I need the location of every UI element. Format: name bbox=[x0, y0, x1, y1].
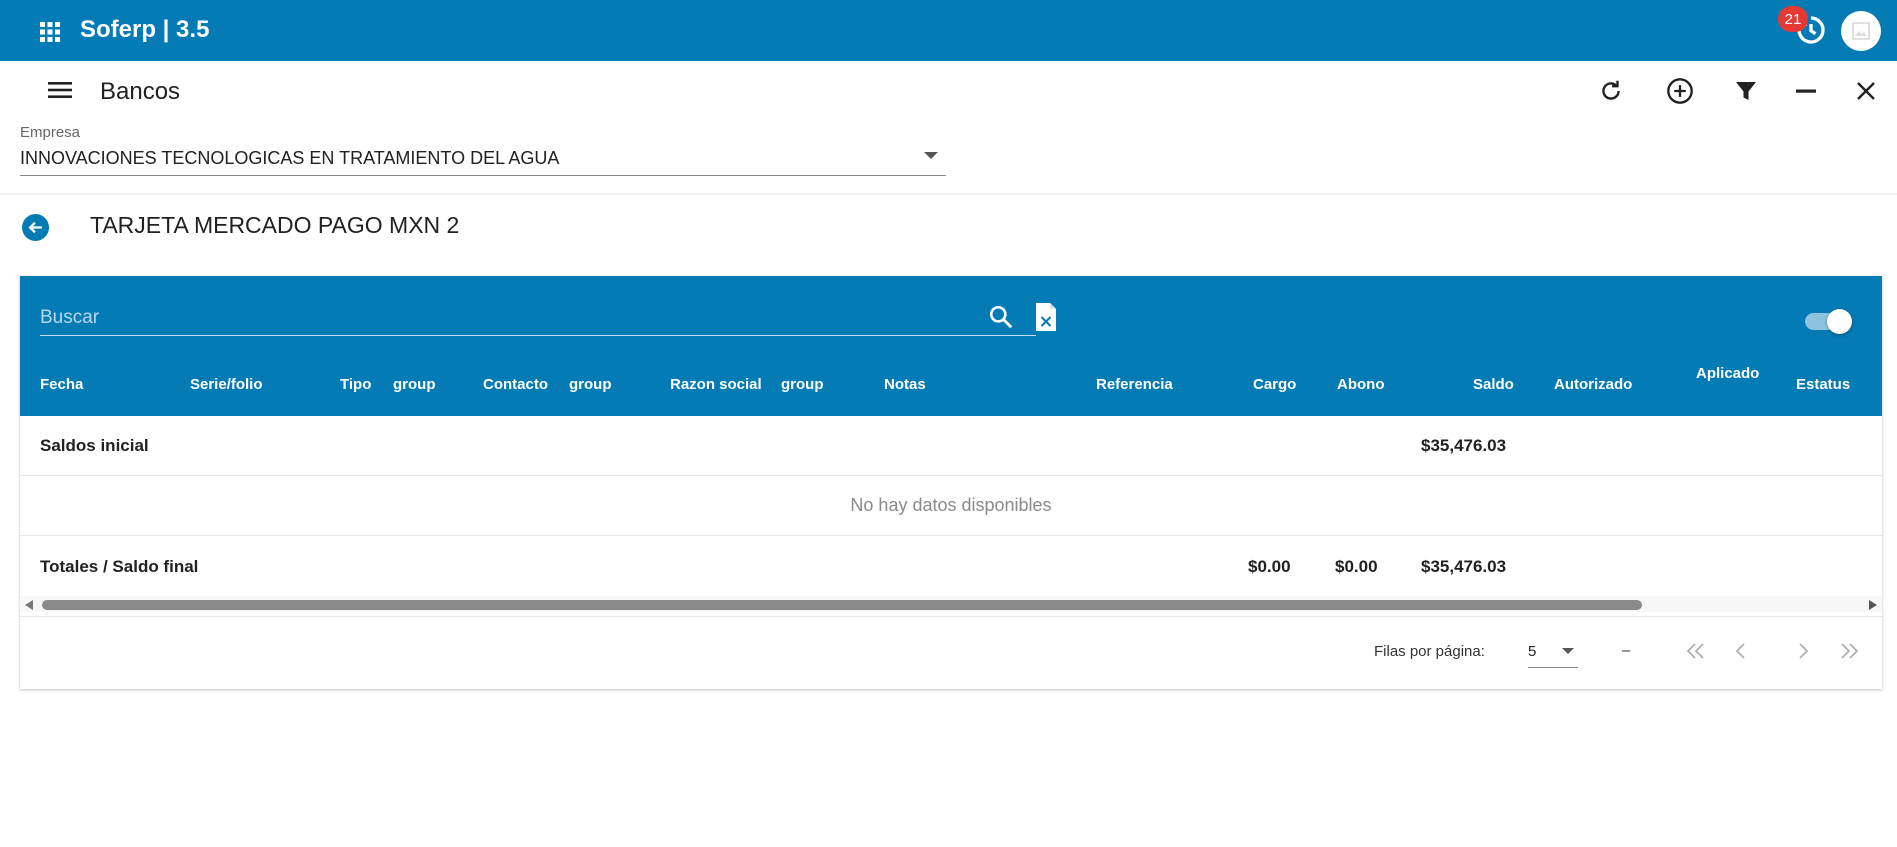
previous-page-button[interactable] bbox=[1728, 638, 1754, 664]
column-header-razon-social[interactable]: Razon social bbox=[670, 376, 762, 393]
toggle-knob bbox=[1827, 309, 1852, 334]
column-header-autorizado[interactable]: Autorizado bbox=[1554, 376, 1632, 393]
user-avatar[interactable] bbox=[1841, 11, 1881, 51]
minimize-icon bbox=[1796, 89, 1816, 93]
account-title: TARJETA MERCADO PAGO MXN 2 bbox=[90, 212, 460, 238]
menu-icon[interactable] bbox=[46, 78, 74, 102]
table-row-empty: No hay datos disponibles bbox=[20, 476, 1882, 536]
movements-table-card: Fecha Serie/folio Tipo group Contacto gr… bbox=[20, 276, 1882, 689]
filter-button[interactable] bbox=[1731, 76, 1761, 106]
notification-badge[interactable]: 21 bbox=[1778, 6, 1808, 32]
add-circle-icon bbox=[1667, 78, 1693, 104]
empresa-select[interactable]: INNOVACIONES TECNOLOGICAS EN TRATAMIENTO… bbox=[20, 144, 946, 176]
column-header-serie-folio[interactable]: Serie/folio bbox=[190, 376, 263, 393]
no-data-message: No hay datos disponibles bbox=[850, 495, 1052, 515]
filter-icon bbox=[1736, 82, 1756, 100]
back-button[interactable] bbox=[22, 214, 49, 241]
refresh-button[interactable] bbox=[1596, 76, 1626, 106]
close-button[interactable] bbox=[1851, 76, 1881, 106]
app-title: Soferp | 3.5 bbox=[80, 16, 210, 43]
column-header-notas[interactable]: Notas bbox=[884, 376, 926, 393]
next-page-button[interactable] bbox=[1790, 638, 1816, 664]
column-header-razon-social-group[interactable]: group bbox=[781, 376, 824, 393]
totals-saldo: $35,476.03 bbox=[1421, 557, 1507, 576]
chevron-down-icon bbox=[924, 152, 938, 159]
first-page-button[interactable] bbox=[1683, 638, 1709, 664]
minimize-button[interactable] bbox=[1791, 76, 1821, 106]
table-row-initial-balance: Saldos inicial $35,476.03 bbox=[20, 416, 1882, 476]
chevron-down-icon bbox=[1562, 648, 1574, 654]
table-row-totals: Totales / Saldo final $0.00 $0.00 $35,47… bbox=[20, 536, 1882, 596]
arrow-left-icon bbox=[28, 221, 42, 234]
image-placeholder-icon bbox=[1852, 22, 1870, 40]
horizontal-scrollbar[interactable] bbox=[20, 596, 1882, 612]
excel-export-icon[interactable] bbox=[1034, 302, 1058, 332]
search-input[interactable] bbox=[40, 300, 1036, 336]
chevron-right-icon bbox=[1799, 643, 1809, 659]
column-header-abono[interactable]: Abono bbox=[1337, 376, 1384, 393]
empresa-value: INNOVACIONES TECNOLOGICAS EN TRATAMIENTO… bbox=[20, 148, 560, 168]
page-range: – bbox=[1622, 642, 1631, 659]
column-header-tipo[interactable]: Tipo bbox=[340, 376, 371, 393]
apps-grid-icon[interactable] bbox=[38, 20, 62, 44]
app-bar: Soferp | 3.5 21 bbox=[0, 0, 1897, 61]
chevron-left-icon bbox=[1735, 643, 1745, 659]
initial-balance-saldo: $35,476.03 bbox=[1421, 436, 1507, 455]
totals-label: Totales / Saldo final bbox=[40, 557, 199, 576]
scroll-right-arrow-icon[interactable] bbox=[1869, 600, 1877, 610]
close-icon bbox=[1857, 82, 1875, 100]
column-header-contacto[interactable]: Contacto bbox=[483, 376, 548, 393]
totals-cargo: $0.00 bbox=[1248, 557, 1291, 576]
search-icon[interactable] bbox=[988, 304, 1014, 330]
empresa-label: Empresa bbox=[20, 124, 81, 141]
scroll-left-arrow-icon[interactable] bbox=[25, 600, 33, 610]
column-header-tipo-group[interactable]: group bbox=[393, 376, 436, 393]
column-header-referencia[interactable]: Referencia bbox=[1096, 376, 1173, 393]
column-header-fecha[interactable]: Fecha bbox=[40, 376, 83, 393]
initial-balance-label: Saldos inicial bbox=[40, 436, 149, 455]
page-title: Bancos bbox=[100, 78, 181, 105]
column-header-estatus[interactable]: Estatus bbox=[1796, 376, 1850, 393]
add-button[interactable] bbox=[1665, 76, 1695, 106]
rows-per-page-label: Filas por página: bbox=[1374, 643, 1485, 660]
table-header: Fecha Serie/folio Tipo group Contacto gr… bbox=[20, 276, 1882, 416]
rows-per-page-value: 5 bbox=[1528, 643, 1537, 660]
column-header-saldo[interactable]: Saldo bbox=[1473, 376, 1514, 393]
last-page-button[interactable] bbox=[1836, 638, 1862, 664]
scrollbar-thumb[interactable] bbox=[42, 600, 1642, 610]
refresh-icon bbox=[1602, 80, 1620, 100]
view-toggle-switch[interactable] bbox=[1805, 308, 1852, 334]
first-page-icon bbox=[1686, 643, 1704, 659]
section-divider bbox=[0, 193, 1897, 195]
column-header-contacto-group[interactable]: group bbox=[569, 376, 612, 393]
footer-divider bbox=[20, 616, 1882, 617]
column-header-aplicado[interactable]: Aplicado bbox=[1696, 365, 1759, 382]
column-header-cargo[interactable]: Cargo bbox=[1253, 376, 1296, 393]
last-page-icon bbox=[1841, 643, 1859, 659]
totals-abono: $0.00 bbox=[1335, 557, 1378, 576]
rows-per-page-select[interactable]: 5 bbox=[1528, 636, 1578, 668]
